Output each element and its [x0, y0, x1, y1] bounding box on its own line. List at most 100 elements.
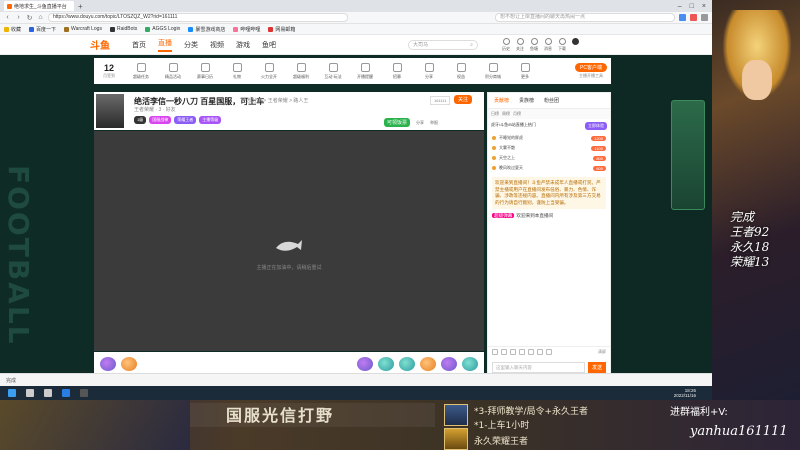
- minimize-icon[interactable]: –: [678, 3, 682, 10]
- browser-search-field[interactable]: 想不想让上岸直播间的聊天再热闹一点: [495, 13, 675, 22]
- pc-client-button[interactable]: PC客户端 主播开播工具: [575, 63, 607, 79]
- sidebar-tabs: 贡献榜 贵族榜 粉丝团: [488, 93, 610, 109]
- chat-input[interactable]: 这里输入聊天内容: [492, 361, 585, 373]
- close-icon[interactable]: ×: [702, 3, 706, 10]
- task-view-icon[interactable]: [44, 389, 52, 397]
- blizzard-icon: [188, 26, 194, 32]
- tab-month[interactable]: 月榜: [513, 111, 521, 117]
- refresh-icon[interactable]: ↻: [26, 14, 33, 22]
- clear-chat-button[interactable]: 清屏: [598, 349, 606, 355]
- bookmark-item[interactable]: 收藏: [4, 26, 21, 33]
- follow-list-button[interactable]: 关注: [516, 37, 524, 52]
- extension-icon[interactable]: [690, 14, 697, 21]
- share-button[interactable]: 分享: [416, 120, 424, 126]
- download-button[interactable]: 下载: [558, 37, 566, 52]
- browser-tab[interactable]: 绝地求生_斗鱼直播平台: [4, 1, 74, 11]
- nav-video[interactable]: 视频: [210, 40, 224, 50]
- tab-week[interactable]: 周榜: [502, 111, 510, 117]
- menu-icon[interactable]: [701, 14, 708, 21]
- color-icon[interactable]: [510, 348, 516, 355]
- gift-icon[interactable]: [100, 357, 116, 371]
- anchor-avatar[interactable]: [96, 94, 124, 128]
- rank-row[interactable]: 大雾不散 1100: [488, 143, 610, 153]
- nav-yuba[interactable]: 鱼吧: [262, 40, 276, 50]
- gift-icon[interactable]: [420, 357, 436, 371]
- obs-app-icon[interactable]: [80, 389, 88, 397]
- activity-item[interactable]: 开播提醒: [354, 62, 376, 80]
- gift-icon[interactable]: [378, 357, 394, 371]
- rank-row[interactable]: 晚风吹过夏天 600: [488, 163, 610, 173]
- card-icon[interactable]: [528, 348, 534, 355]
- douyu-logo[interactable]: 斗鱼: [90, 37, 110, 52]
- follow-button[interactable]: 关注: [454, 95, 473, 104]
- url-field[interactable]: https://www.douyu.com/topic/LTOSZQZ_W2?r…: [48, 13, 348, 22]
- site-search-input[interactable]: 大司马 ⌕: [408, 39, 478, 50]
- activity-item[interactable]: 互动·玩法: [322, 62, 344, 80]
- activity-item[interactable]: 招募: [386, 62, 408, 80]
- search-icon[interactable]: ⌕: [470, 41, 473, 49]
- activity-item[interactable]: 超级任务: [130, 62, 152, 80]
- bookmark-item[interactable]: 暴雪游戏商店: [188, 26, 225, 33]
- activity-item[interactable]: 礼物: [226, 62, 248, 80]
- rank-row[interactable]: 不睡觉的胖虎 1200: [488, 133, 610, 143]
- gift-box-icon[interactable]: [519, 348, 525, 355]
- tab-contribution[interactable]: 贡献榜: [491, 96, 512, 105]
- video-player[interactable]: 主播正在加油中，请稍后重试: [94, 131, 484, 351]
- nav-category[interactable]: 分类: [184, 40, 198, 50]
- search-icon[interactable]: [26, 389, 34, 397]
- gift-icon[interactable]: [121, 357, 137, 371]
- rank-row[interactable]: 天空之上 800: [488, 153, 610, 163]
- nav-home[interactable]: 首页: [132, 40, 146, 50]
- activity-item[interactable]: 赛事日历: [194, 62, 216, 80]
- promo-button[interactable]: 立即体验: [585, 122, 607, 130]
- bookmark-item[interactable]: 哔哩哔哩: [233, 26, 260, 33]
- windows-start-icon[interactable]: [8, 389, 16, 397]
- chat-toolbar: 清屏: [488, 346, 610, 356]
- activity-item[interactable]: 更多: [514, 62, 536, 80]
- history-button[interactable]: 历史: [502, 37, 510, 52]
- user-avatar[interactable]: [572, 37, 579, 52]
- gift-icon[interactable]: [357, 357, 373, 371]
- report-button[interactable]: 举报: [430, 120, 438, 126]
- fan-icon[interactable]: [537, 348, 543, 355]
- maximize-icon[interactable]: □: [690, 3, 694, 10]
- nav-game[interactable]: 游戏: [236, 40, 250, 50]
- stream-actions: 可领饭票 分享 举报: [384, 118, 438, 127]
- gift-icon[interactable]: [441, 357, 457, 371]
- home-icon[interactable]: ⌂: [37, 14, 44, 21]
- bookmark-item[interactable]: 网易邮箱: [268, 26, 295, 33]
- bookmark-item[interactable]: RaidBots: [109, 26, 137, 32]
- more-icon: [520, 62, 530, 72]
- forward-icon[interactable]: ›: [15, 14, 22, 21]
- extension-icon[interactable]: [679, 14, 686, 21]
- bookmark-item[interactable]: Warcraft Logs: [64, 26, 102, 32]
- new-tab-icon[interactable]: +: [78, 2, 83, 11]
- side-promo-card[interactable]: [671, 100, 705, 210]
- send-button[interactable]: 发送: [587, 361, 606, 373]
- tab-fans[interactable]: 粉丝团: [541, 96, 562, 105]
- tab-day[interactable]: 日榜: [491, 111, 499, 117]
- fish-pond-button[interactable]: 鱼塘: [530, 37, 538, 52]
- emoji-icon[interactable]: [492, 348, 498, 355]
- activity-item[interactable]: 超级福利: [290, 62, 312, 80]
- gift-icon[interactable]: [399, 357, 415, 371]
- sign-in-date[interactable]: 12 月签到: [98, 63, 120, 79]
- activity-item[interactable]: 火力全开: [258, 62, 280, 80]
- breadcrumb[interactable]: 全部分类 > 王者荣耀 > 路人王: [242, 97, 308, 104]
- activity-item[interactable]: 积分商城: [482, 62, 504, 80]
- activity-item[interactable]: 精品活动: [162, 62, 184, 80]
- bookmark-item[interactable]: AGGS Login: [145, 26, 180, 32]
- nav-live[interactable]: 直播: [158, 38, 172, 52]
- back-icon[interactable]: ‹: [4, 14, 11, 21]
- system-clock[interactable]: 18:26 2022/11/16: [674, 388, 712, 398]
- tab-noble[interactable]: 贵族榜: [516, 96, 537, 105]
- daily-reward-button[interactable]: 可领饭票: [384, 118, 411, 127]
- gift-icon[interactable]: [462, 357, 478, 371]
- messages-button[interactable]: 消息: [544, 37, 552, 52]
- bookmark-item[interactable]: 百度一下: [29, 26, 56, 33]
- browser-app-icon[interactable]: [62, 389, 70, 397]
- settings-icon[interactable]: [546, 348, 552, 355]
- activity-item[interactable]: 权益: [450, 62, 472, 80]
- barrage-icon[interactable]: [501, 348, 507, 355]
- activity-item[interactable]: 分享: [418, 62, 440, 80]
